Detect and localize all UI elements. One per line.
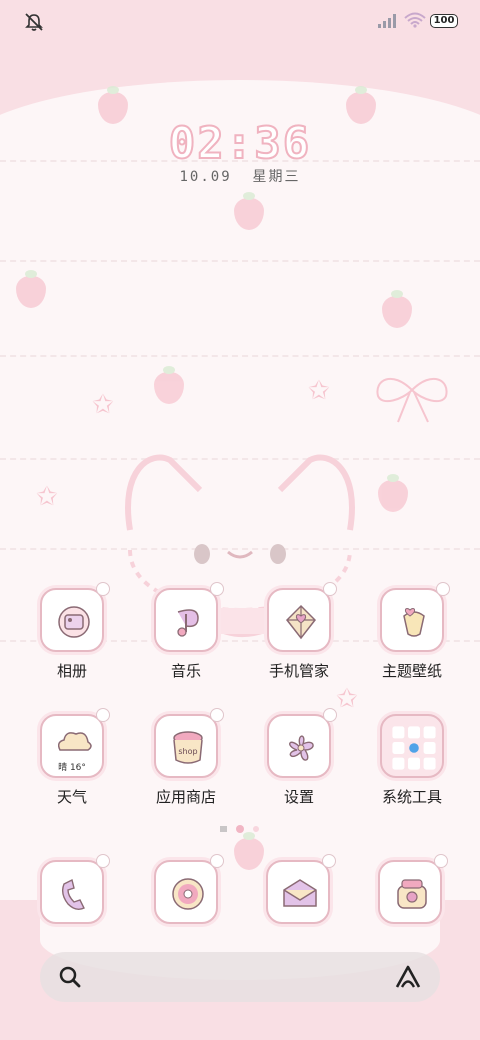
ribbon-bow-icon — [376, 378, 448, 423]
icon-corner-badge — [96, 582, 110, 596]
theme-brush-glyph — [403, 608, 425, 637]
icon-corner-badge — [323, 582, 337, 596]
star-icon: ✩ — [36, 482, 58, 512]
app-label: 手机管家 — [268, 662, 329, 680]
icon-corner-badge — [210, 854, 224, 868]
flower-gear-glyph — [289, 735, 314, 761]
icon-corner-badge — [322, 854, 336, 868]
icon-corner-badge — [210, 708, 224, 722]
app-label: 相册 — [56, 662, 87, 680]
phone-icon — [40, 854, 110, 924]
app-label: 应用商店 — [155, 788, 216, 806]
music-note-icon — [154, 582, 224, 652]
shield-heart-icon — [267, 582, 337, 652]
lock-clock-time[interactable]: 02:36 — [0, 117, 480, 170]
app-folder-system-tools[interactable]: 系统工具 — [360, 714, 470, 824]
theme-brush-icon — [380, 582, 450, 652]
shield-heart-glyph — [286, 604, 316, 640]
search-icon[interactable] — [58, 965, 82, 989]
donut-glyph — [172, 878, 204, 910]
app-label: 设置 — [283, 788, 314, 806]
signal-strength-icon — [378, 14, 396, 28]
phone-glyph — [61, 878, 85, 911]
app-photos[interactable]: 相册 — [20, 582, 130, 698]
donut-messages-icon — [154, 854, 224, 924]
strawberry-icon — [382, 290, 412, 328]
app-store[interactable]: shop 应用商店 — [134, 708, 244, 824]
music-note-glyph — [177, 609, 199, 637]
photo-album-glyph — [58, 606, 90, 638]
search-bar[interactable] — [40, 952, 440, 1002]
date-value: 10.09 — [179, 169, 232, 185]
star-icon: ✩ — [308, 376, 330, 406]
strawberry-icon — [234, 192, 264, 230]
camera-bag-icon — [378, 854, 448, 924]
envelope-glyph — [283, 879, 317, 907]
icon-corner-badge — [436, 582, 450, 596]
photo-album-icon — [40, 582, 110, 652]
flower-gear-icon — [267, 708, 337, 778]
wallpaper-dash-line — [0, 260, 480, 262]
cloud-weather-icon: 晴 16° — [40, 708, 110, 778]
folder-tools-icon — [380, 714, 444, 778]
app-music[interactable]: 音乐 — [134, 582, 244, 698]
envelope-icon — [266, 854, 336, 924]
app-themes[interactable]: 主题壁纸 — [360, 582, 470, 698]
icon-corner-badge — [96, 708, 110, 722]
assistant-icon[interactable] — [394, 964, 422, 990]
page-indicator[interactable] — [218, 824, 262, 834]
folder-grid-glyph — [392, 726, 436, 770]
app-weather[interactable]: 晴 16° 天气 — [20, 708, 130, 824]
app-label: 天气 — [56, 788, 87, 806]
weekday-value: 星期三 — [252, 169, 301, 185]
shop-text: shop — [178, 747, 197, 756]
lock-clock-date[interactable]: 10.09 星期三 — [0, 166, 480, 186]
weather-temperature: 晴 16° — [58, 763, 86, 773]
shop-jar-icon: shop — [154, 708, 224, 778]
app-label: 主题壁纸 — [381, 662, 442, 680]
dock-messages[interactable] — [154, 854, 224, 924]
strawberry-icon — [378, 474, 408, 512]
app-label: 系统工具 — [381, 788, 442, 806]
icon-corner-badge — [323, 708, 337, 722]
icon-corner-badge — [96, 854, 110, 868]
battery-indicator: 100 — [430, 14, 458, 28]
cloud-glyph — [57, 732, 92, 751]
wallpaper-dash-line — [0, 355, 480, 357]
dock-phone[interactable] — [40, 854, 110, 924]
app-settings[interactable]: 设置 — [247, 708, 357, 824]
app-phone-manager[interactable]: 手机管家 — [247, 582, 357, 698]
shop-jar-glyph: shop — [173, 731, 203, 764]
dock-email[interactable] — [266, 854, 336, 924]
app-label: 音乐 — [170, 662, 201, 680]
mute-notification-icon — [25, 13, 43, 31]
icon-corner-badge — [434, 854, 448, 868]
strawberry-icon — [234, 832, 264, 870]
camera-bag-glyph — [397, 879, 427, 909]
icon-corner-badge — [210, 582, 224, 596]
status-bar: 100 — [0, 0, 480, 44]
strawberry-icon — [16, 270, 46, 308]
dock-camera[interactable] — [378, 854, 448, 924]
star-icon: ✩ — [92, 390, 114, 420]
wifi-icon — [404, 12, 426, 28]
strawberry-icon — [154, 366, 184, 404]
